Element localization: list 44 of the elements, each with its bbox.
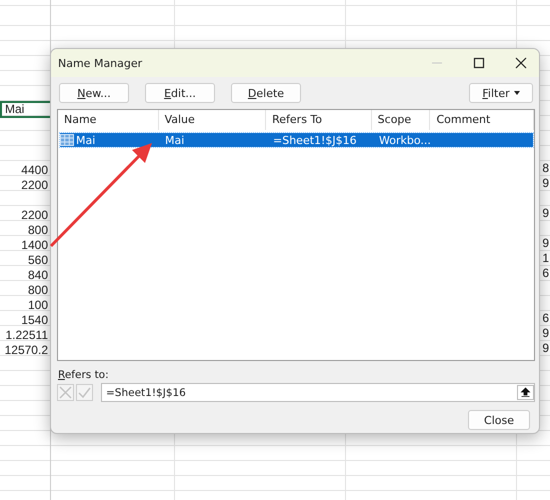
cell-value: 9 xyxy=(542,236,549,250)
cell-value: 1400 xyxy=(21,238,48,252)
cell-value: 840 xyxy=(28,268,48,282)
column-header[interactable]: Name xyxy=(58,110,159,130)
column-header[interactable]: Comment xyxy=(430,110,534,130)
cell-value: 1.22511 xyxy=(6,328,48,342)
cell-value: 8 xyxy=(542,161,549,175)
dialog-button[interactable]: New... xyxy=(59,83,129,103)
cell-value: 12570.2 xyxy=(4,343,48,357)
cell-value: 6 xyxy=(542,266,549,280)
close-icon[interactable] xyxy=(515,57,527,69)
cell-value: 2200 xyxy=(21,208,48,222)
table-cell: =Sheet1!$J$16 xyxy=(273,134,357,146)
cell-value: 9 xyxy=(542,326,549,340)
dialog-button[interactable]: Edit... xyxy=(145,83,215,103)
table-icon xyxy=(60,134,74,146)
window-title: Name Manager xyxy=(58,56,144,70)
table-cell: Mai xyxy=(165,134,184,146)
cell-value: 6 xyxy=(542,311,549,325)
cell-value: 800 xyxy=(28,223,48,237)
cell-value: 800 xyxy=(28,283,48,297)
cell-value: 9 xyxy=(542,176,549,190)
cell-value: 1 xyxy=(542,251,549,265)
table-cell: Mai xyxy=(76,134,96,146)
name-row[interactable]: Mai Mai =Sheet1!$J$16 Workbo... xyxy=(60,133,533,147)
cell-value: 9 xyxy=(542,341,549,355)
table-cell: Workbo... xyxy=(379,134,431,146)
cell-value: 560 xyxy=(28,253,48,267)
caret-icon xyxy=(514,91,520,95)
close-button[interactable]: Close xyxy=(468,410,530,430)
cell-value: 100 xyxy=(28,298,48,312)
column-header[interactable]: Scope xyxy=(372,110,430,130)
filter-button[interactable]: Filter xyxy=(469,83,533,103)
cell-value: 2200 xyxy=(21,178,48,192)
dialog-button[interactable]: Delete xyxy=(231,83,301,103)
column-header[interactable]: Refers To xyxy=(266,110,372,130)
cell-value: 4400 xyxy=(21,163,48,177)
refers-to-label: Refers to: xyxy=(58,369,109,381)
column-header[interactable]: Value xyxy=(158,110,266,130)
cell-value: 1540 xyxy=(21,313,48,327)
refers-to-field[interactable]: =Sheet1!$J$16 xyxy=(101,383,535,402)
cell-value: 9 xyxy=(542,206,549,220)
maximize-icon[interactable] xyxy=(473,57,485,69)
collapse-icon[interactable] xyxy=(517,385,534,400)
